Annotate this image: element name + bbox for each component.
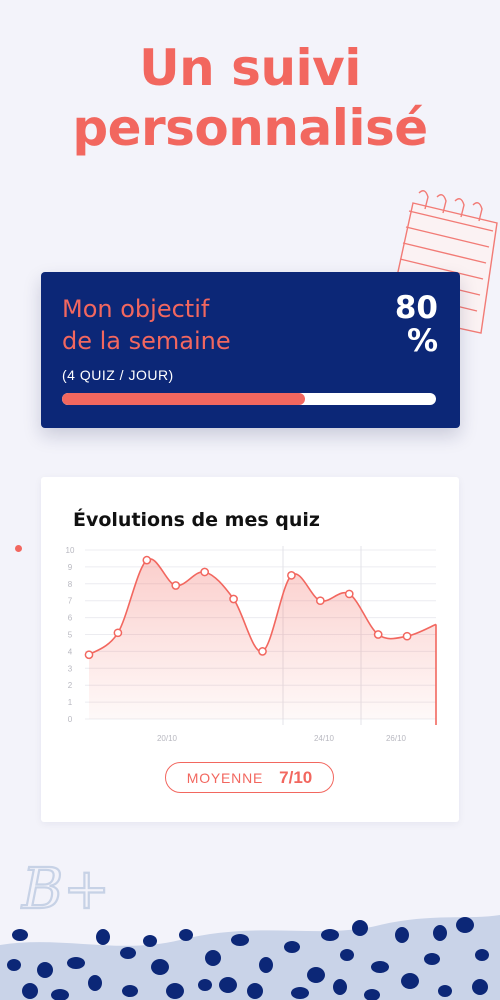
goal-percent-value: 80: [394, 290, 438, 326]
footer-dot: [333, 979, 347, 995]
goal-percent-sign: %: [406, 323, 438, 359]
footer-dot: [291, 987, 309, 999]
y-tick-label: 1: [68, 698, 73, 707]
x-tick-label: 20/10: [157, 734, 178, 743]
quiz-evolution-card: 0 1 2 3 4 5 6 7 8 9 10 20/10 24/10 26/10 Évolutions d…: [41, 477, 459, 822]
footer-dot: [371, 961, 389, 973]
headline: Un suivi personnalisé: [0, 38, 500, 158]
data-point: [113, 628, 123, 638]
y-tick-label: 8: [68, 580, 73, 589]
data-point: [84, 650, 94, 660]
footer-dot: [456, 917, 474, 933]
footer-dot: [88, 975, 102, 991]
footer-dot: [37, 962, 53, 978]
footer-dot: [12, 929, 28, 941]
footer-dot: [321, 929, 339, 941]
data-point: [258, 647, 267, 656]
goal-progress-bar: [62, 393, 436, 405]
y-tick-label: 0: [68, 715, 73, 724]
footer-dot: [143, 935, 157, 947]
average-label: MOYENNE: [186, 769, 264, 786]
footer-dot: [438, 985, 452, 997]
footer-pattern: [0, 915, 500, 1000]
goal-progress-fill: [62, 393, 306, 405]
x-tick-label: 26/10: [386, 734, 407, 743]
weekly-goal-card: Mon objectif de la semaine (4 QUIZ / JOU…: [41, 272, 460, 428]
footer-dot: [352, 920, 368, 936]
footer-dot: [96, 929, 110, 945]
footer-dot: [120, 947, 136, 959]
y-tick-label: 10: [66, 546, 75, 555]
decorative-dot: [15, 545, 22, 552]
footer-dot: [424, 953, 440, 965]
data-point: [344, 589, 354, 599]
footer-dot: [7, 959, 21, 971]
goal-percentage: 80 %: [358, 292, 438, 358]
y-tick-label: 3: [68, 664, 73, 673]
data-point: [287, 571, 296, 580]
footer-dot: [198, 979, 212, 991]
chart-title: Évolutions de mes quiz: [73, 509, 320, 531]
footer-dot: [433, 925, 447, 941]
footer-dot: [395, 927, 409, 943]
footer-dot: [307, 967, 325, 983]
x-tick-label: 24/10: [314, 734, 335, 743]
footer-dot: [247, 983, 263, 999]
footer-dot: [259, 957, 273, 973]
footer-dot: [122, 985, 138, 997]
footer-dot: [67, 957, 85, 969]
y-tick-label: 2: [68, 681, 73, 690]
y-tick-label: 7: [68, 597, 73, 606]
headline-line-2: personnalisé: [72, 99, 428, 157]
y-tick-label: 6: [68, 614, 73, 623]
data-point: [315, 596, 325, 606]
y-tick-label: 9: [68, 563, 73, 572]
footer-dot: [219, 977, 237, 993]
data-point: [171, 581, 181, 590]
footer-dot: [166, 983, 184, 999]
goal-subtitle: (4 QUIZ / JOUR): [62, 367, 174, 383]
goal-title-line-1: Mon objectif: [62, 295, 210, 323]
footer-dot: [340, 949, 354, 961]
goal-title: Mon objectif de la semaine: [62, 293, 322, 357]
data-point: [402, 631, 412, 641]
data-point: [373, 630, 383, 639]
data-point: [200, 567, 210, 577]
y-tick-label: 4: [68, 647, 73, 656]
series-area: [89, 558, 436, 719]
footer-dot: [284, 941, 300, 953]
footer-dot: [205, 950, 221, 966]
goal-title-line-2: de la semaine: [62, 327, 231, 355]
footer-dot: [22, 983, 38, 999]
footer-dot: [472, 979, 488, 995]
y-tick-label: 5: [68, 631, 73, 640]
headline-line-1: Un suivi: [139, 39, 361, 97]
footer-dot: [231, 934, 249, 946]
footer-dot: [475, 949, 489, 961]
data-point: [229, 594, 238, 604]
footer-dot: [151, 959, 169, 975]
footer-dot: [179, 929, 193, 941]
data-point: [142, 555, 152, 565]
average-value: 7/10: [279, 767, 313, 787]
footer-dot: [401, 973, 419, 989]
average-badge: MOYENNE 7/10: [165, 762, 334, 793]
